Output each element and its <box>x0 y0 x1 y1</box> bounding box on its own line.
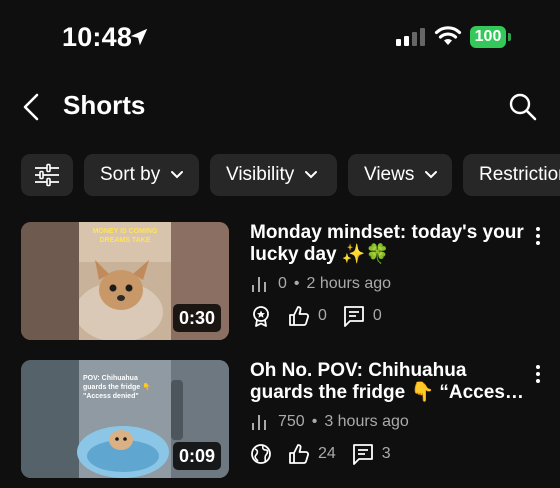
chevron-down-icon <box>425 171 438 179</box>
more-vert-icon[interactable] <box>531 362 545 386</box>
thumbnail-caption: POV: Chihuahua guards the fridge 👇 "Acce… <box>83 375 151 400</box>
globe-icon <box>251 444 271 464</box>
comment-icon <box>344 306 364 327</box>
chip-label: Restrictions <box>479 164 560 185</box>
thumb-up-icon <box>289 306 310 326</box>
view-count: 750 <box>278 413 305 430</box>
wifi-icon <box>434 26 462 45</box>
chip-label: Views <box>364 164 415 185</box>
status-time: 10:48 <box>62 22 133 52</box>
filter-chip-bar: Sort by Visibility Views Restrictions <box>21 154 560 198</box>
chevron-down-icon <box>305 171 318 179</box>
video-title[interactable]: Monday mindset: today's your lucky day ✨… <box>250 222 525 266</box>
video-meta: 0 • 2 hours ago <box>250 274 391 294</box>
thumbnail-caption: MONEY IS COMING DREAMS TAKE <box>92 228 158 244</box>
video-list-item[interactable]: MONEY IS COMING DREAMS TAKE 0:30 Monday … <box>21 222 560 340</box>
cellular-signal-icon <box>396 28 425 46</box>
chip-label: Visibility <box>226 164 295 185</box>
chip-restrictions[interactable]: Restrictions <box>463 154 560 196</box>
video-stats: 24 3 <box>250 442 407 466</box>
more-vert-icon[interactable] <box>531 224 545 248</box>
like-count: 24 <box>318 445 336 462</box>
chevron-down-icon <box>171 171 184 179</box>
battery-level: 100 <box>470 26 506 48</box>
thumb-up-icon <box>289 444 310 464</box>
battery-indicator: 100 <box>470 26 512 48</box>
video-thumbnail[interactable]: MONEY IS COMING DREAMS TAKE 0:30 <box>21 222 229 340</box>
chip-sort-by[interactable]: Sort by <box>84 154 199 196</box>
upload-age: 2 hours ago <box>306 275 392 292</box>
like-count: 0 <box>318 307 327 324</box>
comment-count: 3 <box>381 445 391 462</box>
video-list-item[interactable]: POV: Chihuahua guards the fridge 👇 "Acce… <box>21 360 560 478</box>
back-arrow-icon[interactable] <box>16 90 50 124</box>
chip-views[interactable]: Views <box>348 154 452 196</box>
analytics-bars-icon <box>252 277 266 292</box>
video-stats: 0 0 <box>250 304 398 328</box>
view-count: 0 <box>278 275 287 292</box>
search-icon[interactable] <box>506 90 540 124</box>
video-thumbnail[interactable]: POV: Chihuahua guards the fridge 👇 "Acce… <box>21 360 229 478</box>
comment-icon <box>352 444 373 465</box>
duration-badge: 0:30 <box>172 304 221 332</box>
analytics-bars-icon <box>252 415 266 430</box>
status-bar: 10:48 100 <box>0 0 560 76</box>
comment-count: 0 <box>372 307 382 324</box>
video-meta: 750 • 3 hours ago <box>250 412 409 432</box>
page-title: Shorts <box>63 90 146 120</box>
chip-label: Sort by <box>100 164 161 185</box>
duration-badge: 0:09 <box>172 442 221 470</box>
chip-visibility[interactable]: Visibility <box>210 154 337 196</box>
top-app-bar: Shorts <box>0 80 560 134</box>
filter-settings-button[interactable] <box>21 154 73 196</box>
video-title[interactable]: Oh No. POV: Chihuahua guards the fridge … <box>250 360 525 404</box>
location-arrow-icon <box>130 28 148 46</box>
award-icon <box>253 306 269 327</box>
sliders-icon <box>35 163 59 187</box>
upload-age: 3 hours ago <box>324 413 409 430</box>
